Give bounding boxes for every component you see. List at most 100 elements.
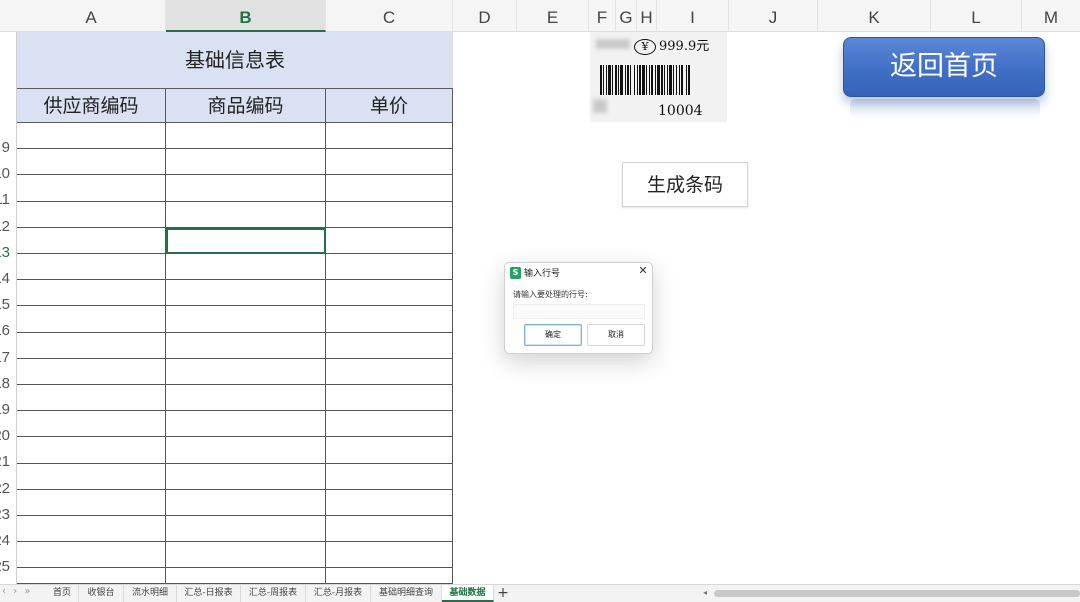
sheet-tab-home[interactable]: 首页 xyxy=(46,585,79,602)
table-cell[interactable] xyxy=(166,254,326,280)
table-cell[interactable] xyxy=(17,306,166,333)
table-cell[interactable] xyxy=(17,437,166,464)
row-header[interactable]: 14 xyxy=(0,270,16,288)
table-cell[interactable] xyxy=(326,202,453,228)
add-sheet-icon[interactable]: + xyxy=(495,585,511,602)
table-title[interactable]: 基础信息表 xyxy=(17,32,453,89)
table-cell[interactable] xyxy=(17,568,166,584)
table-cell[interactable] xyxy=(17,280,166,306)
row-header[interactable]: 15 xyxy=(0,296,16,314)
table-cell[interactable] xyxy=(326,411,453,437)
row-header[interactable]: 17 xyxy=(0,349,16,367)
column-header-j[interactable]: J xyxy=(729,0,818,32)
table-cell[interactable] xyxy=(326,464,453,490)
column-header-h[interactable]: H xyxy=(637,0,657,32)
row-header[interactable]: 13 xyxy=(0,244,16,262)
row-header[interactable]: 19 xyxy=(0,401,16,419)
row-header[interactable]: 20 xyxy=(0,427,16,445)
table-cell[interactable] xyxy=(326,306,453,333)
barcode-label-image[interactable]: ¥999.9元 10004 xyxy=(590,32,727,122)
sheet-tab-daily-report[interactable]: 汇总-日报表 xyxy=(177,585,241,602)
sheet-tab-base-data[interactable]: 基础数据 xyxy=(442,585,494,602)
column-header-f[interactable]: F xyxy=(589,0,616,32)
table-cell[interactable] xyxy=(326,568,453,584)
row-header[interactable]: 12 xyxy=(0,218,16,236)
column-header-d[interactable]: D xyxy=(453,0,517,32)
table-cell[interactable] xyxy=(326,359,453,385)
table-cell[interactable] xyxy=(326,280,453,306)
column-header-c[interactable]: C xyxy=(326,0,453,32)
column-header-e[interactable]: E xyxy=(517,0,589,32)
column-header-m[interactable]: M xyxy=(1022,0,1080,32)
table-cell[interactable] xyxy=(17,254,166,280)
sheet-tab-transactions[interactable]: 流水明细 xyxy=(124,585,177,602)
table-cell[interactable] xyxy=(326,437,453,464)
table-cell[interactable] xyxy=(326,123,453,149)
sheet-tab-detail-query[interactable]: 基础明细查询 xyxy=(371,585,442,602)
column-header-a[interactable]: A xyxy=(17,0,166,32)
column-header-i[interactable]: I xyxy=(657,0,729,32)
table-cell[interactable] xyxy=(326,542,453,568)
table-cell[interactable] xyxy=(166,280,326,306)
column-header-k[interactable]: K xyxy=(818,0,931,32)
header-supplier-code[interactable]: 供应商编码 xyxy=(17,89,166,123)
table-cell[interactable] xyxy=(166,149,326,175)
table-cell[interactable] xyxy=(166,411,326,437)
row-header[interactable]: 16 xyxy=(0,322,16,340)
table-cell[interactable] xyxy=(17,385,166,411)
horizontal-scrollbar[interactable] xyxy=(714,590,1080,597)
table-cell[interactable] xyxy=(17,175,166,202)
table-cell[interactable] xyxy=(166,542,326,568)
table-cell[interactable] xyxy=(326,385,453,411)
table-cell[interactable] xyxy=(166,385,326,411)
row-header[interactable]: 10 xyxy=(0,165,16,183)
generate-barcode-button[interactable]: 生成条码 xyxy=(622,162,748,207)
selected-cell[interactable] xyxy=(166,228,326,254)
column-header-b[interactable]: B xyxy=(166,0,326,32)
row-header[interactable]: 21 xyxy=(0,453,16,471)
row-number-input[interactable] xyxy=(513,304,645,319)
table-cell[interactable] xyxy=(326,175,453,202)
table-cell[interactable] xyxy=(17,411,166,437)
cancel-button[interactable]: 取消 xyxy=(587,324,645,346)
column-header-l[interactable]: L xyxy=(931,0,1022,32)
table-cell[interactable] xyxy=(166,333,326,359)
table-cell[interactable] xyxy=(166,490,326,516)
table-cell[interactable] xyxy=(166,175,326,202)
table-cell[interactable] xyxy=(17,490,166,516)
sheet-tab-cashier[interactable]: 收银台 xyxy=(79,585,124,602)
table-cell[interactable] xyxy=(326,149,453,175)
table-cell[interactable] xyxy=(166,437,326,464)
sheet-tab-monthly-report[interactable]: 汇总-月报表 xyxy=(306,585,371,602)
table-cell[interactable] xyxy=(166,568,326,584)
ok-button[interactable]: 确定 xyxy=(524,324,582,346)
table-cell[interactable] xyxy=(326,254,453,280)
table-cell[interactable] xyxy=(17,516,166,542)
table-cell[interactable] xyxy=(326,490,453,516)
table-cell[interactable] xyxy=(17,464,166,490)
table-cell[interactable] xyxy=(166,359,326,385)
row-header[interactable]: 11 xyxy=(0,191,16,209)
table-cell[interactable] xyxy=(17,149,166,175)
table-cell[interactable] xyxy=(17,202,166,228)
table-cell[interactable] xyxy=(166,123,326,149)
row-header[interactable]: 23 xyxy=(0,506,16,524)
table-cell[interactable] xyxy=(326,228,453,254)
sheet-tab-weekly-report[interactable]: 汇总-周报表 xyxy=(241,585,306,602)
sheet-nav-arrows-icon[interactable]: ‹ › » xyxy=(2,586,32,597)
table-cell[interactable] xyxy=(166,306,326,333)
column-header-g[interactable]: G xyxy=(616,0,637,32)
row-header[interactable]: 18 xyxy=(0,375,16,393)
table-cell[interactable] xyxy=(17,359,166,385)
table-cell[interactable] xyxy=(166,516,326,542)
table-cell[interactable] xyxy=(17,123,166,149)
return-home-button[interactable]: 返回首页 xyxy=(843,37,1045,97)
table-cell[interactable] xyxy=(166,202,326,228)
scroll-left-icon[interactable]: ◂ xyxy=(703,588,707,597)
row-header[interactable]: 9 xyxy=(0,139,16,157)
table-cell[interactable] xyxy=(17,228,166,254)
table-cell[interactable] xyxy=(166,464,326,490)
table-cell[interactable] xyxy=(17,542,166,568)
table-cell[interactable] xyxy=(17,333,166,359)
header-product-code[interactable]: 商品编码 xyxy=(166,89,326,123)
